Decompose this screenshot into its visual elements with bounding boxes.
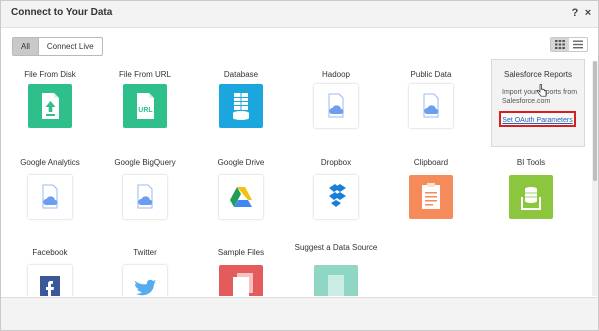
tile-label: Clipboard (413, 158, 449, 167)
tile-google-bigquery[interactable]: Google BigQuery (101, 151, 189, 231)
public-data-cloud-file-icon (409, 84, 453, 128)
help-button[interactable]: ? (569, 6, 581, 20)
dropbox-icon (314, 175, 358, 219)
tile-google-analytics[interactable]: Google Analytics (6, 151, 94, 231)
tile-label: Public Data (410, 70, 452, 79)
tile-label: Facebook (32, 248, 68, 257)
tile-label: Google BigQuery (114, 158, 176, 167)
tile-label: Sample Files (217, 248, 265, 257)
tile-twitter[interactable]: Twitter (101, 241, 189, 296)
tile-bi-tools[interactable]: BI Tools (487, 151, 575, 231)
tile-clipboard[interactable]: Clipboard (387, 151, 475, 231)
salesforce-title: Salesforce Reports (503, 70, 573, 79)
set-oauth-parameters-link[interactable]: Set OAuth Parameters (499, 111, 576, 127)
list-view-icon[interactable] (569, 38, 587, 51)
tile-label: File From Disk (24, 70, 76, 79)
suggest-source-icon (314, 265, 358, 296)
vertical-scrollbar[interactable] (592, 61, 598, 296)
tile-facebook[interactable]: Facebook (6, 241, 94, 296)
filter-connect-live-button[interactable]: Connect Live (39, 38, 102, 55)
tile-label: File From URL (118, 70, 171, 79)
tile-hadoop[interactable]: Hadoop (292, 61, 380, 141)
dialog-title: Connect to Your Data (11, 7, 113, 18)
tile-dropbox[interactable]: Dropbox (292, 151, 380, 231)
file-upload-icon (28, 84, 72, 128)
dialog-toolbar: All Connect Live (1, 28, 598, 60)
tile-database[interactable]: Database (197, 61, 285, 141)
filter-all-button[interactable]: All (13, 38, 38, 55)
tile-google-drive[interactable]: Google Drive (197, 151, 285, 231)
google-analytics-cloud-file-icon (28, 175, 72, 219)
dialog-titlebar: Connect to Your Data ? × (1, 1, 598, 28)
twitter-icon (123, 265, 167, 296)
grid-view-icon[interactable] (551, 38, 569, 51)
tile-label: Google Analytics (20, 158, 80, 167)
dialog-footer (1, 297, 598, 330)
database-icon (219, 84, 263, 128)
tile-salesforce-reports[interactable]: Salesforce Reports Import your reports f… (491, 59, 585, 147)
tile-label: Dropbox (320, 158, 352, 167)
tile-label: Database (223, 70, 259, 79)
tile-label: Twitter (133, 248, 157, 257)
tile-sample-files[interactable]: Sample Files (197, 241, 285, 296)
view-toggle (550, 37, 588, 52)
facebook-icon (28, 265, 72, 296)
file-url-icon: URL (123, 84, 167, 128)
tile-file-from-disk[interactable]: File From Disk (6, 61, 94, 141)
hadoop-cloud-file-icon (314, 84, 358, 128)
url-icon-text: URL (138, 107, 153, 114)
tile-public-data[interactable]: Public Data (387, 61, 475, 141)
sample-files-icon (219, 265, 263, 296)
hand-cursor-icon (537, 84, 547, 97)
scrollbar-thumb[interactable] (593, 61, 597, 181)
connect-dialog: Connect to Your Data ? × All Connect Liv… (0, 0, 599, 331)
bi-tools-icon (509, 175, 553, 219)
tile-label: Suggest a Data Source (294, 243, 378, 252)
tile-file-from-url[interactable]: File From URL URL (101, 61, 189, 141)
tile-label: Hadoop (321, 70, 351, 79)
clipboard-icon (409, 175, 453, 219)
tile-label: Google Drive (217, 158, 265, 167)
tile-suggest-data-source[interactable]: Suggest a Data Source (292, 241, 380, 296)
close-button[interactable]: × (582, 6, 594, 20)
filter-toggle: All Connect Live (12, 37, 103, 56)
tile-label: BI Tools (516, 158, 546, 167)
google-drive-icon (219, 175, 263, 219)
google-bigquery-cloud-file-icon (123, 175, 167, 219)
